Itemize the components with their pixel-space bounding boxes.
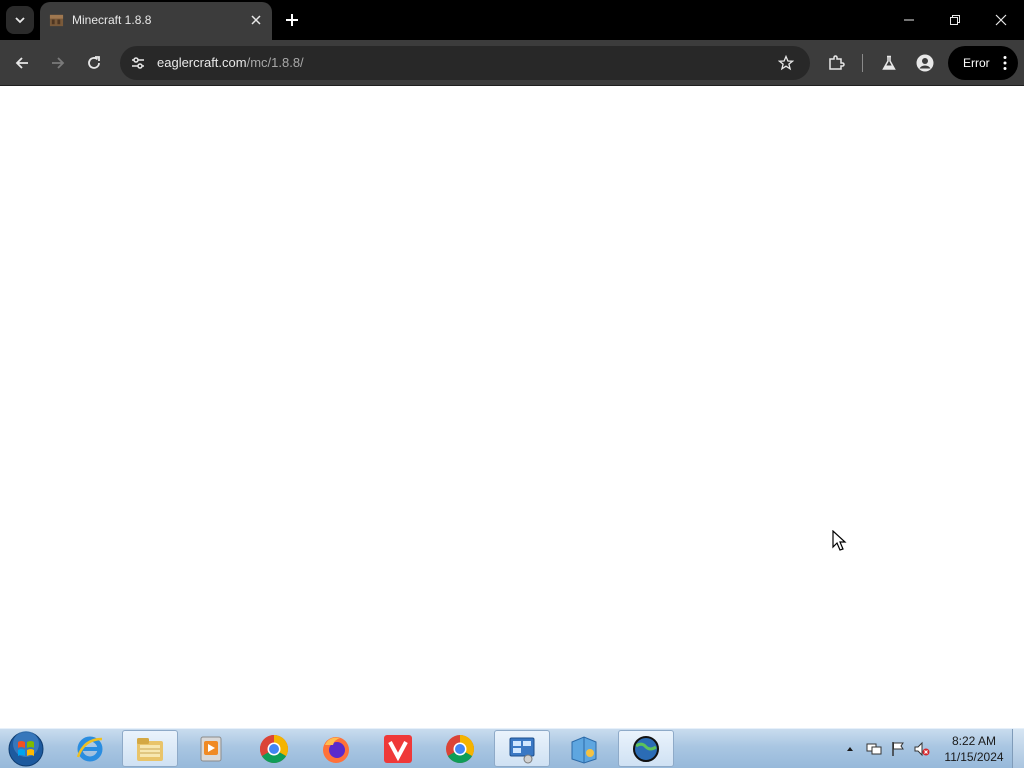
show-desktop-button[interactable] [1012,729,1024,768]
back-button[interactable] [8,49,36,77]
taskbar-chrome-alt-button[interactable] [432,730,488,767]
taskbar-network-button[interactable] [618,730,674,767]
taskbar: 8:22 AM 11/15/2024 [0,728,1024,768]
close-icon [251,15,261,25]
tab-strip: Minecraft 1.8.8 [0,0,1024,40]
show-hidden-icons-button[interactable] [842,741,858,757]
flag-icon [892,742,904,756]
tune-icon [132,57,144,69]
browser-toolbar: eaglercraft.com/mc/1.8.8/ Error [0,40,1024,86]
media-player-icon [200,736,222,761]
reload-button[interactable] [80,49,108,77]
error-label: Error [963,56,990,70]
profile-error-button[interactable]: Error [948,46,1018,80]
clock-time: 8:22 AM [951,734,997,748]
tab-search-button[interactable] [6,6,34,34]
star-icon [778,55,794,71]
file-explorer-icon [137,737,163,761]
restore-button[interactable] [932,0,978,40]
menu-dots-icon [1003,56,1007,70]
avatar-icon [916,54,934,72]
chrome-icon [260,734,288,763]
url-path: /mc/1.8.8/ [246,55,304,70]
reload-icon [88,56,100,69]
volume-button[interactable] [914,741,930,757]
page-content[interactable] [0,87,1024,728]
windows-installer-icon [571,735,597,764]
url-text[interactable]: eaglercraft.com/mc/1.8.8/ [157,55,304,70]
tab-close-button[interactable] [248,12,264,28]
start-button[interactable] [6,730,46,768]
site-info-button[interactable] [126,51,150,75]
firefox-icon [323,736,349,763]
restore-icon [950,15,960,25]
tab-title: Minecraft 1.8.8 [72,13,152,27]
control-panel-icon [509,737,535,763]
toolbar-separator [862,54,863,72]
internet-explorer-icon [76,736,103,761]
profile-button[interactable] [911,49,939,77]
action-center-button[interactable] [890,741,906,757]
taskbar-vivaldi-button[interactable] [370,730,426,767]
taskbar-explorer-button[interactable] [122,730,178,767]
tab-minecraft[interactable]: Minecraft 1.8.8 [40,2,272,40]
arrow-left-icon [15,57,28,69]
labs-button[interactable] [875,49,903,77]
puzzle-icon [829,55,845,70]
network-icon [866,743,882,755]
close-window-button[interactable] [978,0,1024,40]
chevron-down-icon [15,17,25,24]
mouse-cursor-icon [832,530,847,551]
network-globe-icon [633,735,659,762]
taskbar-clock[interactable]: 8:22 AM 11/15/2024 [936,733,1012,765]
volume-muted-icon [914,741,930,757]
chrome-alt-icon [446,734,474,763]
new-tab-button[interactable] [280,8,304,32]
chevron-up-icon [847,747,853,751]
taskbar-firefox-button[interactable] [308,730,364,767]
taskbar-media-player-button[interactable] [184,730,240,767]
arrow-right-icon [52,57,65,69]
windows-orb-icon [8,731,44,767]
url-domain: eaglercraft.com [157,55,247,70]
taskbar-chrome-button[interactable] [246,730,302,767]
taskbar-control-panel-button[interactable] [494,730,550,767]
network-tray-button[interactable] [866,741,882,757]
extensions-button[interactable] [822,49,850,77]
minecraft-block-icon [49,14,64,27]
minimize-button[interactable] [886,0,932,40]
taskbar-installer-button[interactable] [556,730,612,767]
clock-date: 11/15/2024 [944,750,1004,764]
bookmark-button[interactable] [774,51,798,75]
vivaldi-icon [384,734,412,763]
taskbar-ie-button[interactable] [62,730,118,767]
plus-icon [286,14,298,26]
forward-button[interactable] [44,49,72,77]
flask-icon [882,55,896,70]
address-bar[interactable]: eaglercraft.com/mc/1.8.8/ [120,46,810,80]
minimize-icon [904,19,914,21]
close-icon [995,14,1007,26]
